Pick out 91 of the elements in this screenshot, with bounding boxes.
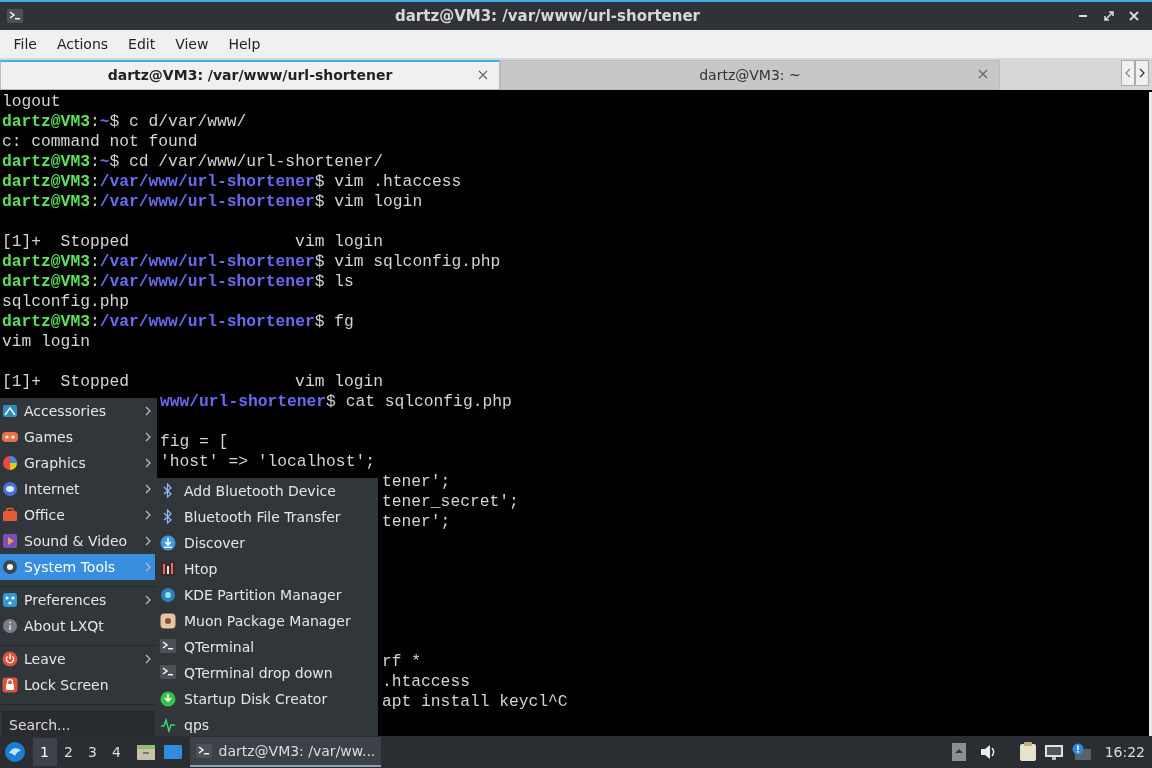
menu-item[interactable]: Add Bluetooth Device	[155, 478, 378, 504]
menu-item[interactable]: Discover	[155, 530, 378, 556]
menu-item[interactable]: Muon Package Manager	[155, 608, 378, 634]
desktop-button[interactable]: 4	[104, 738, 129, 766]
menu-item[interactable]: KDE Partition Manager	[155, 582, 378, 608]
menu-item[interactable]: Bluetooth File Transfer	[155, 504, 378, 530]
terminal-line: dartz@VM3:/var/www/url-shortener$ ls	[2, 272, 354, 291]
close-icon	[1129, 11, 1139, 21]
folder-icon	[135, 743, 156, 761]
chevron-left-icon	[1124, 68, 1131, 78]
window-title: dartz@VM3: /var/www/url-shortener	[394, 5, 701, 27]
terminal-line: fig = [	[160, 432, 229, 451]
menu-item[interactable]: View	[165, 31, 219, 57]
menu-item[interactable]: About LXQt	[0, 613, 157, 639]
notification-icon	[1070, 743, 1091, 761]
terminal-icon	[7, 9, 23, 23]
close-icon	[977, 68, 989, 80]
desktop-button[interactable]: 1	[32, 738, 57, 766]
briefcase-icon	[2, 507, 18, 523]
menu-item[interactable]: Accessories	[0, 398, 157, 424]
desktop-button[interactable]: 2	[56, 738, 81, 766]
desktop-icon	[162, 744, 183, 760]
menu-item[interactable]: Help	[218, 31, 271, 57]
tab[interactable]: dartz@VM3: ~	[500, 60, 1000, 90]
terminal-line: www/url-shortener$ cat sqlconfig.php	[160, 392, 512, 411]
terminal-line: sqlconfig.php	[2, 292, 129, 311]
start-button[interactable]	[3, 741, 26, 763]
terminal-line: dartz@VM3:~$ c d/var/www/	[2, 112, 247, 131]
menu-item[interactable]: File	[3, 31, 47, 57]
tab[interactable]: dartz@VM3: /var/www/url-shortener	[0, 60, 500, 90]
menu-item[interactable]: QTerminal drop down	[155, 660, 378, 686]
terminal-line: 'host' => 'localhost';	[160, 452, 375, 471]
menu-item[interactable]: Games	[0, 424, 157, 450]
terminal-line: dartz@VM3:/var/www/url-shortener$ vim .htaccess	[2, 172, 462, 191]
palette-icon	[2, 455, 18, 471]
package-icon	[160, 613, 176, 629]
terminal-line: dartz@VM3:/var/www/url-shortener$ vim sqlconfig.php	[2, 252, 501, 271]
disk-icon	[160, 587, 176, 603]
terminal-line: rf *	[382, 652, 422, 671]
menu-item[interactable]: qps	[155, 712, 378, 736]
terminal-line: dartz@VM3:~$ cd /var/www/url-shortener/	[2, 152, 384, 171]
terminal-line: dartz@VM3:/var/www/url-shortener$ vim login	[2, 192, 423, 211]
notification-button[interactable]	[1070, 743, 1091, 761]
bird-icon	[3, 741, 26, 763]
network-button[interactable]	[1043, 744, 1064, 760]
close-icon	[477, 69, 489, 81]
menu-item[interactable]: Startup Disk Creator	[155, 686, 378, 712]
terminal-line: tener_secret';	[382, 492, 519, 511]
menu-item[interactable]: Edit	[118, 31, 166, 57]
desktop-button[interactable]: 3	[80, 738, 105, 766]
download-icon	[160, 691, 176, 707]
network-icon	[1043, 744, 1064, 760]
menu-item[interactable]: Office	[0, 502, 157, 528]
pulse-icon	[160, 717, 176, 733]
terminal-line: tener';	[382, 472, 451, 491]
info-icon	[2, 618, 18, 634]
download-icon	[160, 535, 176, 551]
terminal-line: vim login	[2, 332, 90, 351]
terminal-line: tener';	[382, 512, 451, 531]
terminal-icon	[160, 639, 176, 655]
terminal-line: dartz@VM3:/var/www/url-shortener$ fg	[2, 312, 354, 331]
terminal-icon	[195, 744, 212, 758]
tray-button[interactable]	[951, 743, 966, 761]
menu-item[interactable]: Htop	[155, 556, 378, 582]
menu-item[interactable]: QTerminal	[155, 634, 378, 660]
terminal-line: c: command not found	[2, 132, 198, 151]
clipboard-icon	[1018, 742, 1037, 762]
globe-icon	[2, 481, 18, 497]
menu-item[interactable]: Graphics	[0, 450, 157, 476]
maximize-icon	[1103, 11, 1114, 21]
terminal-line: apt install keycl^C	[382, 692, 568, 711]
show-desktop-button[interactable]	[162, 744, 183, 760]
menu-item[interactable]: Actions	[46, 31, 119, 57]
clipboard-button[interactable]	[1018, 742, 1037, 762]
terminal-line: logout	[2, 92, 61, 111]
terminal-line: .htaccess	[382, 672, 470, 691]
play-icon	[2, 533, 18, 549]
terminal-icon	[160, 665, 176, 681]
gamepad-icon	[2, 429, 18, 445]
clock: 16:22	[1104, 742, 1145, 762]
dots-icon	[2, 592, 18, 608]
power-icon	[2, 651, 18, 667]
terminal-line: [1]+ Stopped vim login	[2, 232, 384, 251]
task-button[interactable]: dartz@VM3: /var/ww...	[189, 737, 382, 767]
chevron-right-icon	[1138, 68, 1145, 78]
file-manager-button[interactable]	[135, 743, 156, 761]
terminal-line: [1]+ Stopped vim login	[2, 372, 384, 391]
minimize-icon	[1079, 15, 1087, 17]
search-field[interactable]: Search...	[2, 711, 154, 736]
lock-icon	[2, 677, 18, 693]
bars-icon	[160, 561, 176, 577]
